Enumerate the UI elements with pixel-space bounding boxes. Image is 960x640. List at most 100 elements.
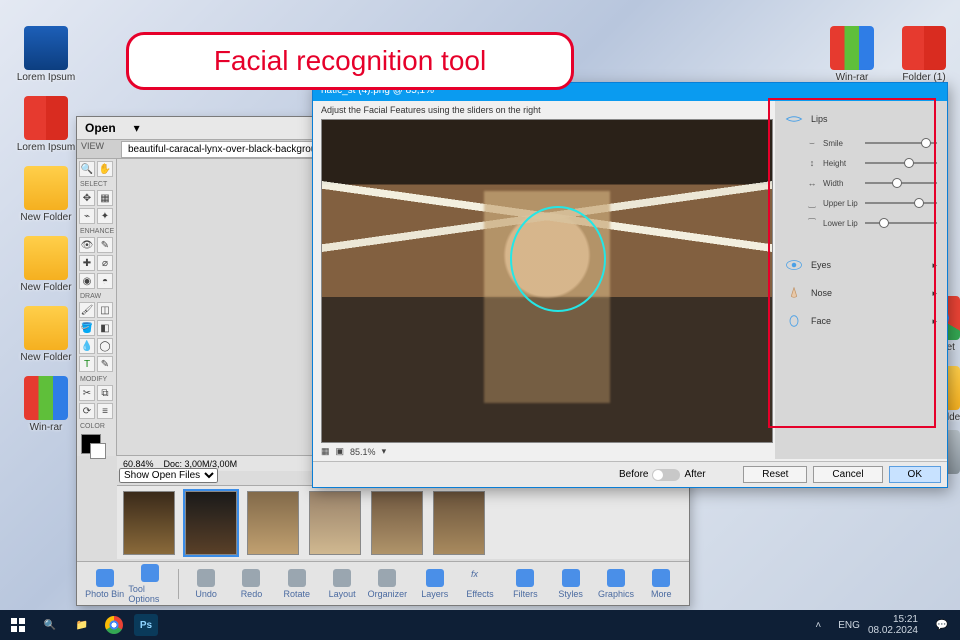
clone-tool[interactable]: ⌀ <box>97 255 113 271</box>
thumb[interactable] <box>371 491 423 555</box>
section-modify: MODIFY <box>79 374 114 385</box>
dialog-buttonrow: Before After Reset Cancel OK <box>313 461 947 487</box>
icon-label: New Folder <box>20 352 71 363</box>
chevron-down-icon[interactable]: ▾ <box>382 446 387 457</box>
upper-lip-slider[interactable]: ‿Upper Lip <box>807 198 937 208</box>
undo-button[interactable]: Undo <box>184 569 227 599</box>
fit-icon[interactable]: ▦ <box>321 446 330 457</box>
desktop-icon-winrar[interactable]: Win-rar <box>822 26 882 83</box>
more-button[interactable]: More <box>640 569 683 599</box>
eyes-section[interactable]: Eyes▸ <box>785 253 937 277</box>
books-icon <box>24 96 68 140</box>
icon-label: Lorem Ipsum <box>17 142 75 153</box>
eraser-tool[interactable]: ◫ <box>97 302 113 318</box>
marquee-tool[interactable]: ▦ <box>97 190 113 206</box>
thumb[interactable] <box>433 491 485 555</box>
graphics-button[interactable]: Graphics <box>594 569 637 599</box>
shape-tool[interactable]: ◯ <box>97 338 113 354</box>
chevron-right-icon: ▸ <box>932 260 937 271</box>
filmstrip-select[interactable]: Show Open Files <box>119 468 218 483</box>
toggle-icon[interactable] <box>652 469 680 481</box>
ok-button[interactable]: OK <box>889 466 941 483</box>
reset-button[interactable]: Reset <box>743 466 807 483</box>
notifications-button[interactable]: 💬 <box>930 614 954 636</box>
gradient-tool[interactable]: ◧ <box>97 320 113 336</box>
winrar-icon <box>24 376 68 420</box>
before-after-toggle[interactable]: Before After <box>619 469 706 481</box>
color-swatch[interactable] <box>81 434 101 454</box>
thumb[interactable] <box>247 491 299 555</box>
rotate-button[interactable]: Rotate <box>275 569 318 599</box>
zoom-level[interactable]: 60.84% <box>123 459 154 469</box>
cancel-button[interactable]: Cancel <box>813 466 882 483</box>
hand-tool[interactable]: ✋ <box>97 161 113 177</box>
recompose-tool[interactable]: ⧉ <box>97 385 113 401</box>
blur-tool[interactable]: ◉ <box>79 273 95 289</box>
chrome-taskbar-button[interactable] <box>102 614 126 636</box>
wand-tool[interactable]: ✦ <box>97 208 113 224</box>
contentmove-tool[interactable]: ⟳ <box>79 403 95 419</box>
whiten-tool[interactable]: ✎ <box>97 237 113 253</box>
desktop-icon-folder[interactable]: New Folder <box>16 166 76 223</box>
zoom-value[interactable]: 85.1% <box>350 447 376 457</box>
nose-section[interactable]: Nose▸ <box>785 281 937 305</box>
search-button[interactable]: 🔍 <box>38 614 62 636</box>
actual-icon[interactable]: ▣ <box>336 446 345 457</box>
crop-tool[interactable]: ✂ <box>79 385 95 401</box>
organizer-button[interactable]: Organizer <box>366 569 409 599</box>
height-slider[interactable]: ↕Height <box>807 158 937 168</box>
pencil-tool[interactable]: ✎ <box>97 356 113 372</box>
desktop-icon-pc[interactable]: Lorem Ipsum <box>16 26 76 83</box>
layers-button[interactable]: Layers <box>413 569 456 599</box>
photobin-button[interactable]: Photo Bin <box>83 569 126 599</box>
redo-button[interactable]: Redo <box>230 569 273 599</box>
start-button[interactable] <box>6 614 30 636</box>
zoom-tool[interactable]: 🔍 <box>79 161 95 177</box>
desktop-icon-folder[interactable]: New Folder <box>16 306 76 363</box>
icon-label: New Folder <box>20 282 71 293</box>
open-chevron-icon[interactable]: ▾ <box>134 121 140 135</box>
effects-button[interactable]: fxEffects <box>458 569 501 599</box>
explorer-button[interactable]: 📁 <box>70 614 94 636</box>
straighten-tool[interactable]: ≡ <box>97 403 113 419</box>
thumb[interactable] <box>309 491 361 555</box>
dialog-zoom: ▦ ▣ 85.1% ▾ <box>321 446 386 457</box>
dialog-canvas[interactable] <box>321 119 773 443</box>
lips-section[interactable]: Lips <box>785 107 937 131</box>
ps-taskbar-button[interactable]: Ps <box>134 614 158 636</box>
smile-slider[interactable]: ⌣Smile <box>807 138 937 148</box>
heal-tool[interactable]: ✚ <box>79 255 95 271</box>
layout-button[interactable]: Layout <box>320 569 363 599</box>
sponge-tool[interactable]: ◓ <box>97 273 113 289</box>
height-icon: ↕ <box>807 158 817 168</box>
width-slider[interactable]: ↔Width <box>807 178 937 188</box>
lower-lip-slider[interactable]: ⁀Lower Lip <box>807 218 937 228</box>
face-detection-circle[interactable] <box>510 206 606 312</box>
face-section[interactable]: Face▸ <box>785 309 937 333</box>
styles-button[interactable]: Styles <box>549 569 592 599</box>
dialog-sidepanel: Lips ⌣Smile ↕Height ↔Width ‿Upper Lip ⁀L… <box>775 101 947 459</box>
taskbar-clock[interactable]: 15:21 08.02.2024 <box>868 614 918 636</box>
tooloptions-button[interactable]: Tool Options <box>128 564 171 604</box>
lowerlip-icon: ⁀ <box>807 218 817 228</box>
desktop-icon-winrar[interactable]: Win-rar <box>16 376 76 433</box>
picker-tool[interactable]: 💧 <box>79 338 95 354</box>
desktop-icon-folder[interactable]: New Folder <box>16 236 76 293</box>
lasso-tool[interactable]: ⌁ <box>79 208 95 224</box>
view-tab[interactable]: VIEW <box>81 141 104 151</box>
open-menu[interactable]: Open <box>85 121 116 135</box>
icon-label: Lorem Ipsum <box>17 72 75 83</box>
fill-tool[interactable]: 🪣 <box>79 320 95 336</box>
thumb-selected[interactable] <box>185 491 237 555</box>
text-tool[interactable]: T <box>79 356 95 372</box>
editor-bottombar: Photo Bin Tool Options Undo Redo Rotate … <box>77 561 689 605</box>
desktop-icon-books[interactable]: Lorem Ipsum <box>16 96 76 153</box>
thumb[interactable] <box>123 491 175 555</box>
move-tool[interactable]: ✥ <box>79 190 95 206</box>
redeye-tool[interactable]: 👁 <box>79 237 95 253</box>
brush-tool[interactable]: 🖌 <box>79 302 95 318</box>
tray-chevron-icon[interactable]: ˄ <box>806 614 830 636</box>
desktop-icon-folder[interactable]: Folder (1) <box>894 26 954 83</box>
filters-button[interactable]: Filters <box>504 569 547 599</box>
language-indicator[interactable]: ENG <box>838 620 860 631</box>
